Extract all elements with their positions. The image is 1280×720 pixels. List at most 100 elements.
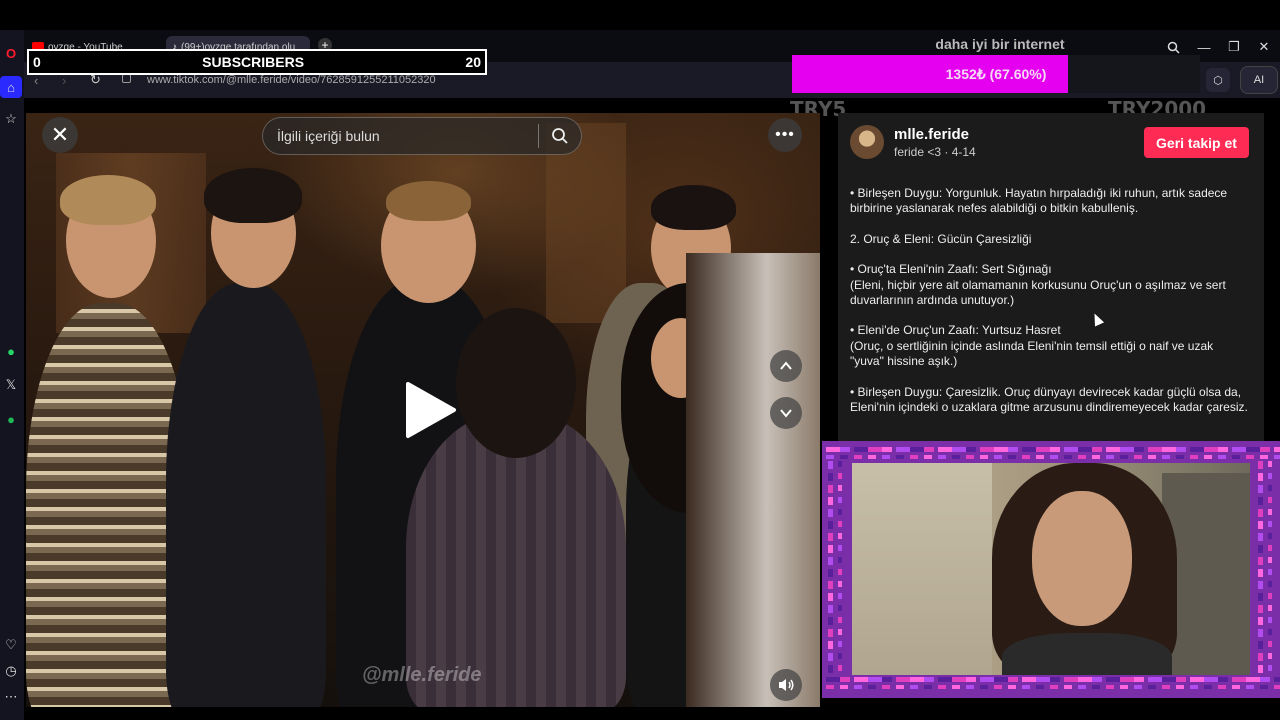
pixel-block bbox=[1106, 455, 1114, 459]
pixel-block bbox=[910, 455, 918, 459]
pixel-block bbox=[1036, 447, 1050, 452]
pixel-block bbox=[840, 677, 850, 682]
pixel-block bbox=[828, 521, 833, 529]
pixel-block bbox=[838, 653, 842, 659]
donation-progress-text: 1352₺ (67.60%) bbox=[945, 65, 1047, 82]
pixel-block bbox=[1246, 677, 1260, 682]
forward-icon[interactable]: › bbox=[62, 73, 66, 88]
pixel-block bbox=[1106, 685, 1114, 689]
next-video-button[interactable] bbox=[770, 397, 802, 429]
pixel-block bbox=[966, 455, 974, 459]
pixel-block bbox=[838, 569, 842, 575]
pixel-block bbox=[1274, 685, 1280, 689]
pixel-block bbox=[882, 447, 892, 452]
spotify-icon[interactable]: ● bbox=[0, 408, 22, 430]
pixel-block bbox=[828, 569, 833, 577]
maximize-icon[interactable]: ❐ bbox=[1223, 38, 1245, 56]
whatsapp-icon[interactable]: ● bbox=[0, 340, 22, 362]
pixel-block bbox=[1258, 545, 1263, 553]
minimize-icon[interactable]: — bbox=[1193, 38, 1215, 56]
pixel-block bbox=[952, 677, 966, 682]
pixel-block bbox=[1092, 455, 1100, 459]
pixel-block bbox=[1162, 447, 1176, 452]
pixel-block bbox=[1258, 473, 1263, 481]
webcam-face bbox=[1032, 491, 1132, 626]
webcam-shirt bbox=[1002, 633, 1172, 675]
search-bar[interactable] bbox=[262, 117, 582, 155]
pixel-block bbox=[1258, 497, 1263, 505]
pixel-block bbox=[1134, 447, 1144, 452]
pixel-block bbox=[1258, 533, 1263, 541]
pixel-block bbox=[828, 497, 833, 505]
pixel-block bbox=[840, 447, 850, 452]
pixel-block bbox=[1258, 641, 1263, 649]
author-username[interactable]: mlle.feride bbox=[894, 126, 969, 143]
follow-back-button[interactable]: Geri takip et bbox=[1144, 127, 1249, 158]
pixel-block bbox=[828, 473, 833, 481]
close-window-icon[interactable]: ✕ bbox=[1253, 38, 1275, 56]
subscriber-goal: 20 bbox=[465, 54, 481, 70]
pixel-block bbox=[1134, 685, 1142, 689]
pixel-block bbox=[1022, 685, 1030, 689]
pixel-block bbox=[1268, 497, 1272, 503]
heart-icon[interactable]: ♡ bbox=[0, 634, 22, 656]
pixel-block bbox=[1162, 677, 1176, 682]
chevron-down-icon bbox=[780, 409, 792, 418]
pixel-block bbox=[882, 455, 890, 459]
pixel-block bbox=[966, 677, 976, 682]
pixel-block bbox=[840, 685, 848, 689]
description-line: • Birleşen Duygu: Yorgunluk. Hayatın hır… bbox=[850, 186, 1228, 216]
pixel-block bbox=[938, 455, 946, 459]
pixel-block bbox=[1268, 629, 1272, 635]
cube-icon[interactable]: ⬡ bbox=[1206, 68, 1230, 92]
search-input[interactable] bbox=[263, 127, 538, 145]
url-field[interactable]: www.tiktok.com/@mlle.feride/video/762859… bbox=[147, 74, 436, 86]
pixel-block bbox=[994, 685, 1002, 689]
play-button[interactable] bbox=[400, 380, 460, 440]
volume-button[interactable] bbox=[770, 669, 802, 701]
pixel-block bbox=[1258, 629, 1263, 637]
pixel-block bbox=[1050, 447, 1060, 452]
pixel-block bbox=[1078, 685, 1086, 689]
person-hair bbox=[456, 308, 576, 458]
person-hair bbox=[386, 181, 471, 221]
more-options-button[interactable]: ••• bbox=[768, 118, 802, 152]
pixel-block bbox=[1190, 685, 1198, 689]
search-button[interactable] bbox=[539, 127, 581, 145]
pixel-block bbox=[1258, 653, 1263, 661]
pixel-block bbox=[1258, 605, 1263, 613]
close-video-button[interactable]: ✕ bbox=[42, 117, 78, 153]
pixel-block bbox=[838, 533, 842, 539]
pixel-block bbox=[1176, 685, 1184, 689]
pixel-block bbox=[896, 685, 904, 689]
pixel-block bbox=[1268, 557, 1272, 563]
pixel-block bbox=[1258, 617, 1263, 625]
pixel-block bbox=[1268, 461, 1272, 467]
subscriber-current: 0 bbox=[33, 54, 41, 70]
pixel-block bbox=[1008, 685, 1016, 689]
pixel-block bbox=[1232, 685, 1240, 689]
pixel-block bbox=[1218, 685, 1226, 689]
pixel-block bbox=[826, 677, 840, 682]
avatar[interactable] bbox=[850, 125, 884, 159]
history-icon[interactable]: ◷ bbox=[0, 660, 22, 682]
back-icon[interactable]: ‹ bbox=[34, 73, 38, 88]
pixel-block bbox=[854, 685, 862, 689]
pixel-block bbox=[1050, 455, 1058, 459]
donation-goal-title: daha iyi bir internet bbox=[935, 36, 1065, 52]
search-icon[interactable] bbox=[1162, 38, 1184, 56]
home-icon[interactable]: ⌂ bbox=[0, 76, 22, 98]
chevron-up-icon bbox=[780, 361, 792, 370]
pixel-block bbox=[1120, 447, 1134, 452]
description-line: (Eleni, hiçbir yere ait olamamanın korku… bbox=[850, 277, 1226, 308]
x-icon[interactable]: 𝕏 bbox=[0, 374, 22, 396]
opera-icon[interactable]: O bbox=[0, 42, 22, 64]
star-icon[interactable]: ☆ bbox=[0, 108, 22, 130]
ai-button[interactable]: AI bbox=[1240, 66, 1278, 94]
person-hair bbox=[651, 185, 736, 230]
more-icon[interactable]: ⋯ bbox=[0, 686, 22, 708]
pixel-block bbox=[828, 545, 833, 553]
pixel-block bbox=[1218, 455, 1226, 459]
pixel-block bbox=[838, 485, 842, 491]
previous-video-button[interactable] bbox=[770, 350, 802, 382]
